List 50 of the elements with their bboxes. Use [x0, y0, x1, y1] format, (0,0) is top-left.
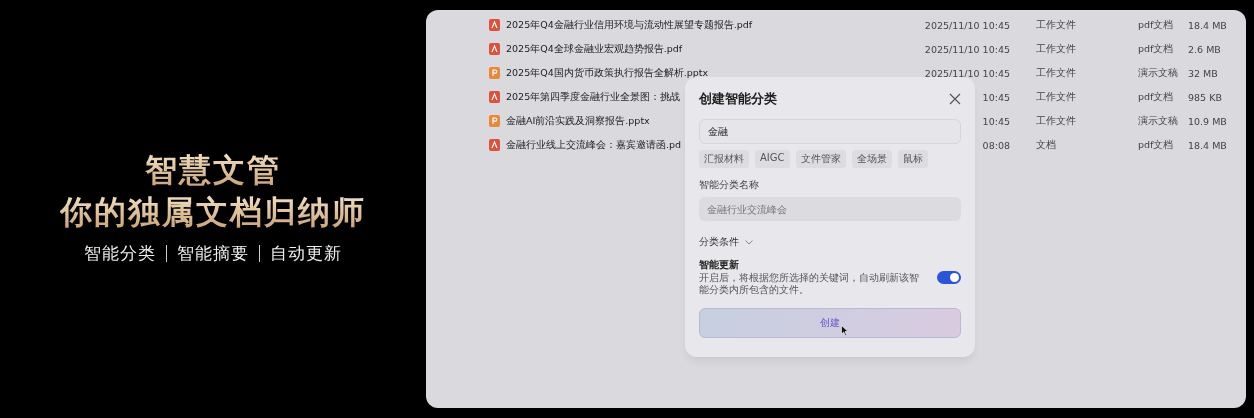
file-name[interactable]: 2025年Q4金融行业信用环境与流动性展望专题报告.pdf	[506, 18, 753, 32]
keyword-tag[interactable]: AIGC	[755, 150, 790, 168]
folder-name: 工作文件	[1036, 66, 1077, 80]
keyword-tag[interactable]: 全场景	[851, 150, 892, 168]
file-size: 985 KB	[1188, 91, 1223, 103]
modified-time: 10:45	[982, 115, 1010, 127]
file-type: pdf文档	[1138, 18, 1175, 32]
keyword-tag[interactable]: 文件管家	[795, 150, 846, 168]
file-name[interactable]: 金融行业线上交流峰会：嘉宾邀请函.pd	[506, 138, 682, 152]
file-size: 18.4 MB	[1188, 139, 1228, 151]
file-type: pdf文档	[1138, 138, 1175, 152]
modified-time: 10:45	[982, 91, 1010, 103]
create-button[interactable]: 创建	[699, 308, 961, 338]
modified-time: 2025/11/10 10:45	[924, 67, 1010, 79]
conditions-toggle[interactable]: 分类条件	[699, 235, 739, 249]
feature-label: 自动更新	[259, 244, 352, 262]
file-name[interactable]: 2025年Q4全球金融业宏观趋势报告.pdf	[506, 42, 683, 56]
file-type: pdf文档	[1138, 42, 1175, 56]
folder-name: 工作文件	[1036, 42, 1077, 56]
modified-time: 2025/11/10 10:45	[924, 19, 1010, 31]
modified-time: 2025/11/10 10:45	[924, 43, 1010, 55]
feature-label: 智能摘要	[166, 244, 259, 262]
file-size: 18.4 MB	[1188, 19, 1228, 31]
toggle-switch[interactable]	[937, 270, 961, 284]
file-name[interactable]: 2025年Q4国内货币政策执行报告全解析.pptx	[506, 66, 709, 80]
setting-label: 智能更新	[699, 258, 740, 272]
folder-name: 工作文件	[1036, 114, 1077, 128]
keyword-tag[interactable]: 汇报材料	[699, 150, 749, 168]
keyword-field[interactable]: 金融	[699, 119, 961, 144]
folder-name: 文档	[1036, 138, 1057, 152]
keyword-tag[interactable]: 鼠标	[897, 150, 928, 168]
file-name[interactable]: 金融AI前沿实践及洞察报告.pptx	[506, 114, 650, 128]
feature-label: 智能分类	[83, 244, 157, 262]
file-size: 32 MB	[1188, 67, 1219, 79]
modified-time: 08:08	[982, 139, 1010, 151]
setting-description: 开启后，将根据您所选择的关键词，自动刷新该智能分类内所包含的文件。	[699, 272, 920, 296]
dialog-title: 创建智能分类	[699, 90, 777, 108]
file-type: 演示文稿	[1138, 66, 1179, 80]
folder-name: 工作文件	[1036, 90, 1077, 104]
file-name[interactable]: 2025年第四季度金融行业全景图：挑战	[506, 90, 681, 104]
folder-name: 工作文件	[1036, 18, 1077, 32]
name-field[interactable]: 金融行业交流峰会	[699, 197, 961, 221]
file-type: pdf文档	[1138, 90, 1175, 104]
cursor-icon	[841, 325, 849, 336]
close-icon[interactable]	[949, 93, 961, 105]
chevron-icon[interactable]	[745, 239, 753, 245]
field-label: 智能分类名称	[699, 178, 760, 192]
file-size: 2.6 MB	[1188, 43, 1222, 55]
file-size: 10.9 MB	[1188, 115, 1228, 127]
file-type: 演示文稿	[1138, 114, 1179, 128]
